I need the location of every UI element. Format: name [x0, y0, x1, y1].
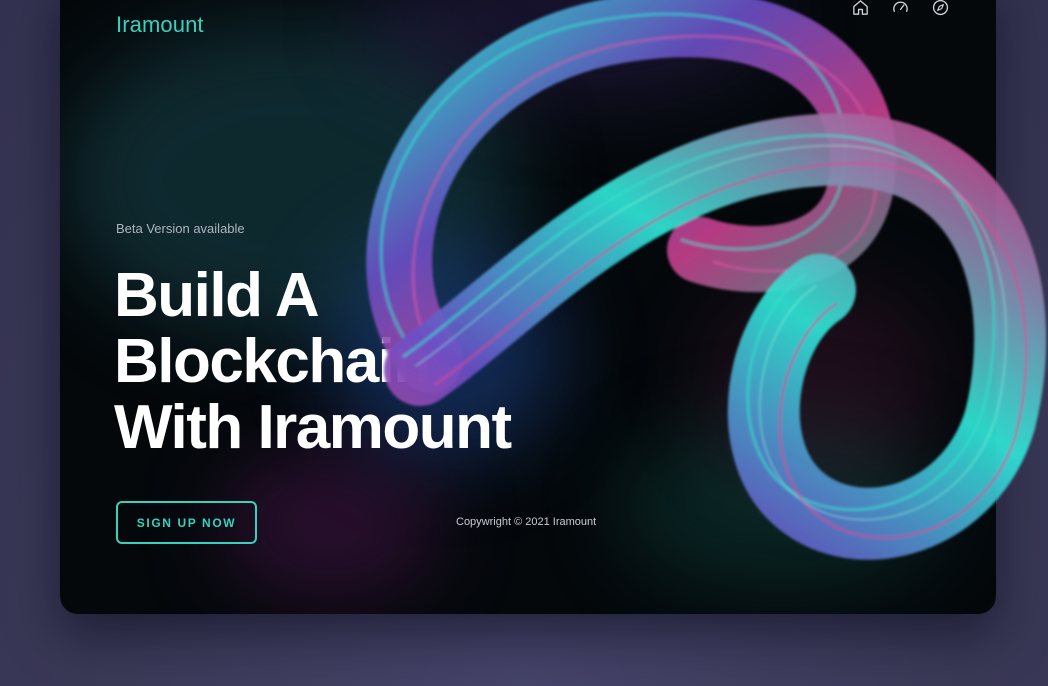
top-nav	[851, 0, 950, 17]
speedometer-icon	[893, 1, 908, 12]
background-glow	[700, 280, 940, 480]
background-glow	[620, 420, 940, 590]
home-nav-button[interactable]	[851, 0, 870, 17]
copyright-text: Copywright © 2021 Iramount	[456, 516, 597, 528]
home-icon	[853, 0, 868, 15]
headline-line: Blockchain	[114, 327, 431, 396]
hero-headline: Build A Blockchain With Iramount	[114, 261, 512, 462]
brand-logo[interactable]: Iramount	[116, 12, 204, 38]
beta-tagline: Beta Version available	[116, 221, 245, 236]
headline-line: Build A	[114, 261, 320, 330]
explore-nav-button[interactable]	[931, 0, 950, 17]
background-glow	[360, 0, 780, 100]
compass-icon	[932, 0, 949, 16]
hero-card: Iramount Beta Version available Build A …	[60, 0, 996, 614]
dashboard-nav-button[interactable]	[891, 0, 910, 17]
sign-up-button[interactable]: SIGN UP NOW	[116, 501, 257, 544]
headline-line: With Iramount	[114, 393, 512, 462]
